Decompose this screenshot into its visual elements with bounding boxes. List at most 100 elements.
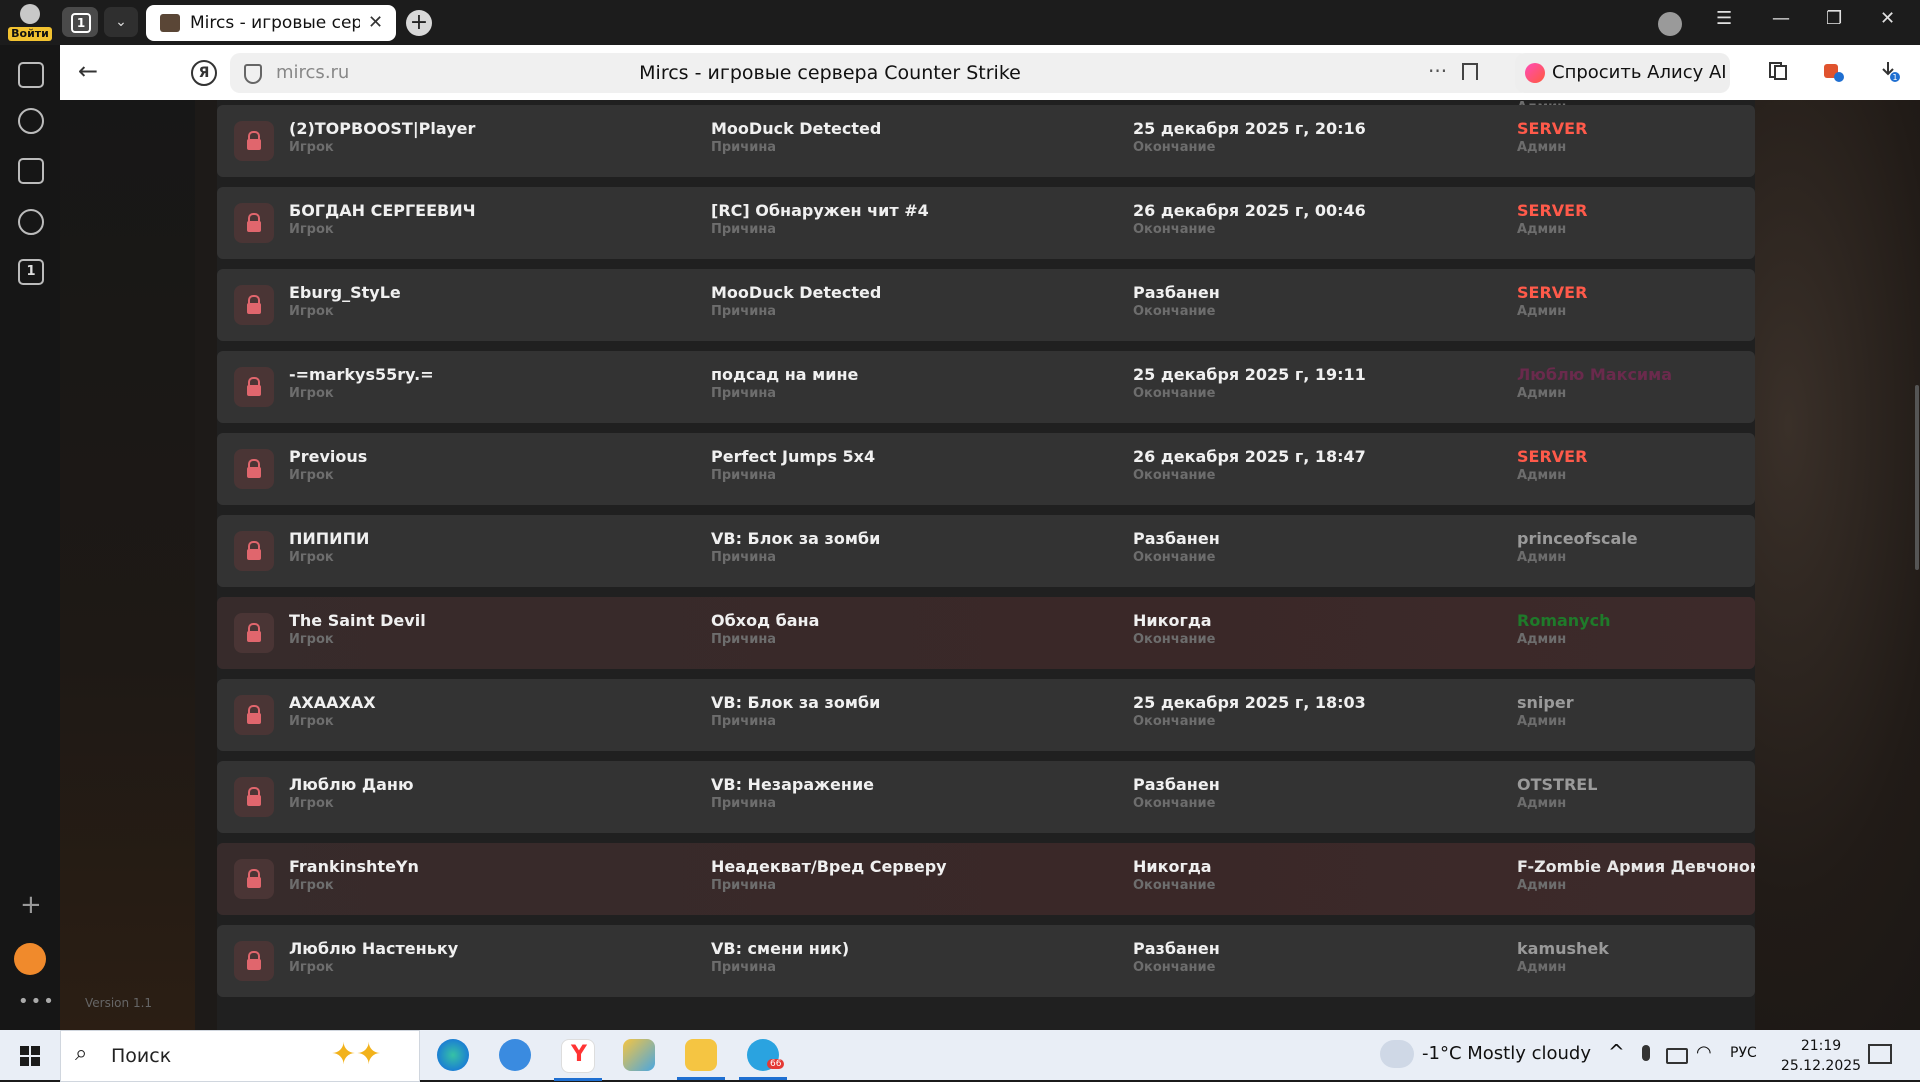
- search-label: Поиск: [111, 1045, 172, 1067]
- tab-bar: Войти 1 ⌄ Mircs - игровые серверa Counte…: [0, 0, 1920, 45]
- player-label: Игрок: [289, 714, 334, 729]
- ban-end: Разбанен: [1133, 939, 1220, 958]
- admin-name[interactable]: SERVER: [1517, 447, 1587, 466]
- admin-name[interactable]: OTSTREL: [1517, 775, 1597, 794]
- more-dots-icon[interactable]: ···: [1428, 59, 1447, 83]
- ban-row[interactable]: Люблю Даню Игрок VB: Незаражение Причина Раз…: [217, 761, 1755, 833]
- player-label: Игрок: [289, 304, 334, 319]
- admin-name[interactable]: sniper: [1517, 693, 1574, 712]
- mail-icon[interactable]: [14, 943, 46, 975]
- reason-cell: MooDuck Detected Причина: [711, 119, 881, 155]
- collections-sidebar-icon[interactable]: [18, 62, 44, 88]
- battery-icon[interactable]: [1666, 1048, 1688, 1064]
- reason-label: Причина: [711, 468, 777, 483]
- close-tab-icon[interactable]: ✕: [368, 12, 383, 33]
- ban-row[interactable]: (2)TOPBOOST|Player Игрок MooDuck Detected П…: [217, 105, 1755, 177]
- admin-name[interactable]: kamushek: [1517, 939, 1609, 958]
- weather-text[interactable]: -1°C Mostly cloudy: [1422, 1043, 1591, 1064]
- admin-name[interactable]: SERVER: [1517, 201, 1587, 220]
- downloads-icon[interactable]: 1: [1878, 60, 1900, 82]
- admin-name[interactable]: Romanych: [1517, 611, 1610, 630]
- restore-icon[interactable]: ❐: [1826, 8, 1842, 29]
- menu-icon[interactable]: ☰: [1716, 8, 1732, 29]
- admin-name[interactable]: Люблю Максима: [1517, 365, 1672, 384]
- taskbar-clock[interactable]: 21:19 25.12.2025: [1776, 1036, 1866, 1076]
- edge-icon[interactable]: [437, 1039, 469, 1071]
- file-explorer-icon[interactable]: [677, 1039, 725, 1080]
- paint-icon[interactable]: [623, 1039, 655, 1071]
- messenger-icon[interactable]: [499, 1039, 531, 1071]
- language-indicator[interactable]: РУС: [1730, 1045, 1757, 1061]
- history-clock-icon[interactable]: [18, 108, 44, 134]
- telegram-icon[interactable]: 66: [739, 1039, 787, 1080]
- ban-end: Никогда: [1133, 857, 1212, 876]
- notifications-icon[interactable]: [1868, 1044, 1892, 1064]
- extension-icon[interactable]: [1822, 60, 1844, 82]
- bookmark-icon[interactable]: [1462, 63, 1478, 80]
- tab-list-chevron-icon[interactable]: ⌄: [104, 7, 138, 37]
- screenshot-camera-icon[interactable]: [18, 158, 44, 184]
- windows-start-icon[interactable]: [20, 1046, 40, 1066]
- ban-reason: VB: Блок за зомби: [711, 693, 881, 712]
- ban-row[interactable]: Eburg_StyLe Игрок MooDuck Detected Причина Р…: [217, 269, 1755, 341]
- ban-reason: подсад на мине: [711, 365, 859, 384]
- login-label: Войти: [8, 27, 52, 41]
- player-label: Игрок: [289, 960, 334, 975]
- taskbar-search-box[interactable]: ⌕ Поиск ✦✦: [60, 1030, 420, 1082]
- new-tab-plus-icon[interactable]: +: [406, 10, 432, 36]
- ban-row[interactable]: -=markys55ry.= Игрок подсад на мине Причина…: [217, 351, 1755, 423]
- reason-label: Причина: [711, 304, 777, 319]
- ban-row[interactable]: AXAAXAX Игрок VB: Блок за зомби Причина 25 д…: [217, 679, 1755, 751]
- player-name: -=markys55ry.=: [289, 365, 434, 384]
- admin-cell: Romanych Админ: [1517, 611, 1610, 647]
- admin-name[interactable]: princeofscale: [1517, 529, 1638, 548]
- yandex-logo-icon[interactable]: Я: [191, 60, 217, 86]
- ban-row[interactable]: ПИПИПИ Игрок VB: Блок за зомби Причина Разба…: [217, 515, 1755, 587]
- ban-row[interactable]: Люблю Настеньку Игрок VB: смени ник) Причин…: [217, 925, 1755, 997]
- player-cell: AXAAXAX Игрок: [289, 693, 376, 729]
- back-arrow-icon[interactable]: ←: [78, 57, 98, 85]
- add-panel-plus-icon[interactable]: +: [20, 890, 42, 920]
- collections-icon[interactable]: [1767, 60, 1789, 82]
- ban-row[interactable]: FrankinshteYn Игрок Неадекват/Вред Серверу…: [217, 843, 1755, 915]
- microphone-icon[interactable]: [1642, 1045, 1650, 1061]
- close-window-icon[interactable]: ✕: [1880, 8, 1895, 29]
- ask-alice-button[interactable]: Спросить Алису AI: [1515, 53, 1730, 93]
- admin-name[interactable]: SERVER: [1517, 119, 1587, 138]
- reason-cell: VB: Незаражение Причина: [711, 775, 874, 811]
- ban-row[interactable]: БОГДАН СЕРГЕЕВИЧ Игрок [RC] Обнаружен чит …: [217, 187, 1755, 259]
- login-button[interactable]: Войти: [6, 3, 54, 41]
- ban-reason: VB: Незаражение: [711, 775, 875, 794]
- clock-date: 25.12.2025: [1780, 1058, 1862, 1074]
- lock-icon: [234, 777, 274, 817]
- minimize-icon[interactable]: —: [1772, 8, 1790, 29]
- tabs-count-icon[interactable]: 1: [18, 259, 44, 285]
- admin-name[interactable]: SERVER: [1517, 283, 1587, 302]
- more-dots-icon[interactable]: •••: [18, 991, 56, 1012]
- admin-label: Админ: [1517, 222, 1567, 237]
- admin-name[interactable]: F-Zombie Армия Девчонок: [1517, 857, 1755, 876]
- end-cell: 26 декабря 2025 г, 18:47 Окончание: [1133, 447, 1366, 483]
- end-label: Окончание: [1133, 714, 1216, 729]
- tray-chevron-icon[interactable]: ^: [1608, 1040, 1625, 1064]
- video-play-icon[interactable]: [18, 209, 44, 235]
- player-cell: ПИПИПИ Игрок: [289, 529, 369, 565]
- active-tab[interactable]: Mircs - игровые серверa Counter Strike ✕: [146, 5, 396, 41]
- player-cell: БОГДАН СЕРГЕЕВИЧ Игрок: [289, 201, 476, 237]
- url-field[interactable]: mircs.ru Mircs - игровые сервера Counter…: [230, 53, 1530, 93]
- shield-icon[interactable]: [244, 64, 262, 84]
- weather-cloud-icon[interactable]: [1380, 1040, 1414, 1068]
- bans-list: Админ (2)TOPBOOST|Player Игрок MooDuck Det…: [217, 100, 1755, 1030]
- ban-end: 26 декабря 2025 г, 18:47: [1133, 447, 1366, 466]
- end-label: Окончание: [1133, 386, 1216, 401]
- wifi-icon[interactable]: ◠: [1696, 1042, 1712, 1063]
- tab-count-button[interactable]: 1: [62, 7, 98, 37]
- ban-row[interactable]: Previous Игрок Perfect Jumps 5x4 Причина 26 …: [217, 433, 1755, 505]
- page-scrollbar[interactable]: [1915, 385, 1919, 570]
- admin-cell: SERVER Админ: [1517, 201, 1587, 237]
- ban-row[interactable]: The Saint Devil Игрок Обход бана Причина Ник…: [217, 597, 1755, 669]
- end-label: Окончание: [1133, 304, 1216, 319]
- reason-cell: VB: Блок за зомби Причина: [711, 529, 880, 565]
- yandex-browser-icon[interactable]: Y: [554, 1039, 602, 1081]
- alice-avatar-icon[interactable]: [1658, 12, 1682, 36]
